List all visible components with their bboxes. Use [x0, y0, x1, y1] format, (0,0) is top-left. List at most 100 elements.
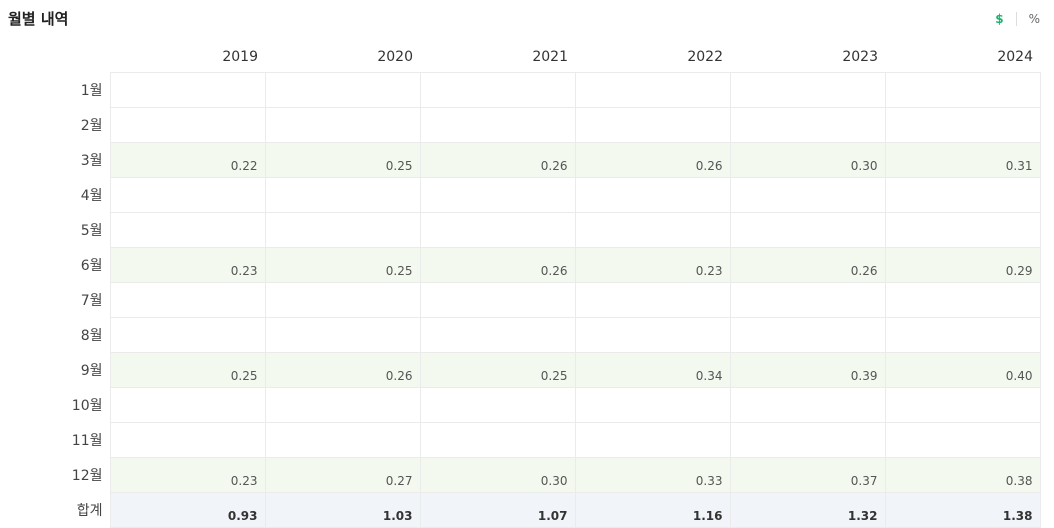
value-cell: 0.26 [419, 247, 576, 283]
total-cell: 1.07 [419, 492, 576, 528]
value-cell [109, 107, 266, 143]
value-cell [109, 282, 266, 318]
table-corner [0, 41, 110, 73]
year-header: 2022 [687, 48, 723, 65]
total-cell: 1.32 [729, 492, 886, 528]
value-cell [884, 422, 1041, 458]
month-label: 5월 [80, 223, 103, 239]
value-cell [574, 317, 731, 353]
value-cell [574, 72, 731, 108]
value-cell [884, 317, 1041, 353]
value-cell [729, 387, 886, 423]
value-cell: 0.33 [574, 457, 731, 493]
value-cell [729, 422, 886, 458]
value-cell [109, 387, 266, 423]
value-cell [884, 107, 1041, 143]
value-cell: 0.31 [884, 142, 1041, 178]
value-cell [109, 317, 266, 353]
month-label: 3월 [80, 153, 103, 169]
value-cell: 0.26 [729, 247, 886, 283]
value-cell [729, 177, 886, 213]
month-label: 4월 [80, 188, 103, 204]
value-cell: 0.29 [884, 247, 1041, 283]
value-cell [884, 72, 1041, 108]
value-cell [419, 177, 576, 213]
month-label: 6월 [80, 258, 103, 274]
year-header: 2024 [997, 48, 1033, 65]
value-cell: 0.25 [264, 247, 421, 283]
year-header-row: 2019 2020 2021 2022 2023 2024 [0, 41, 1040, 73]
value-cell [884, 387, 1041, 423]
value-cell: 0.22 [109, 142, 266, 178]
value-cell [264, 317, 421, 353]
dollar-toggle-button[interactable]: $ [991, 12, 1007, 26]
month-label: 7월 [80, 293, 103, 309]
value-cell [419, 107, 576, 143]
value-cell [729, 72, 886, 108]
month-row: 11월 [0, 422, 1041, 458]
value-cell [109, 72, 266, 108]
value-cell: 0.23 [109, 247, 266, 283]
month-row: 10월 [0, 387, 1041, 423]
value-cell [574, 107, 731, 143]
month-label: 11월 [71, 433, 103, 449]
value-cell [574, 212, 731, 248]
value-cell [264, 422, 421, 458]
value-cell [884, 177, 1041, 213]
value-cell [264, 107, 421, 143]
value-cell [729, 282, 886, 318]
monthly-breakdown-table: 2019 2020 2021 2022 2023 2024 1월 2월 3월 0.22… [0, 41, 1041, 528]
value-cell: 0.38 [884, 457, 1041, 493]
month-row: 5월 [0, 212, 1041, 248]
value-cell: 0.27 [264, 457, 421, 493]
year-header: 2023 [842, 48, 878, 65]
value-cell: 0.25 [419, 352, 576, 388]
month-label: 1월 [80, 83, 103, 99]
month-row: 7월 [0, 282, 1041, 318]
page-title: 월별 내역 [8, 10, 69, 28]
value-cell [109, 212, 266, 248]
value-cell [264, 212, 421, 248]
value-cell: 0.39 [729, 352, 886, 388]
value-cell: 0.25 [264, 142, 421, 178]
value-cell: 0.25 [109, 352, 266, 388]
value-cell: 0.26 [264, 352, 421, 388]
value-cell [574, 387, 731, 423]
value-cell [729, 317, 886, 353]
value-cell: 0.34 [574, 352, 731, 388]
unit-toggle: $ % [991, 12, 1044, 26]
value-cell [419, 422, 576, 458]
month-label: 10월 [71, 398, 103, 414]
value-cell: 0.26 [574, 142, 731, 178]
month-row: 6월 0.23 0.25 0.26 0.23 0.26 0.29 [0, 247, 1041, 283]
month-label: 8월 [80, 328, 103, 344]
value-cell [884, 212, 1041, 248]
total-cell: 1.03 [264, 492, 421, 528]
year-header: 2021 [532, 48, 568, 65]
value-cell [264, 387, 421, 423]
value-cell [419, 72, 576, 108]
value-cell [419, 282, 576, 318]
value-cell [729, 212, 886, 248]
month-row: 3월 0.22 0.25 0.26 0.26 0.30 0.31 [0, 142, 1041, 178]
total-row: 합계 0.93 1.03 1.07 1.16 1.32 1.38 [0, 492, 1041, 528]
value-cell [109, 422, 266, 458]
month-row: 8월 [0, 317, 1041, 353]
value-cell [109, 177, 266, 213]
month-row: 9월 0.25 0.26 0.25 0.34 0.39 0.40 [0, 352, 1041, 388]
year-header: 2019 [222, 48, 258, 65]
total-cell: 1.16 [574, 492, 731, 528]
value-cell [574, 177, 731, 213]
percent-toggle-button[interactable]: % [1025, 12, 1044, 26]
month-row: 4월 [0, 177, 1041, 213]
value-cell [884, 282, 1041, 318]
value-cell: 0.37 [729, 457, 886, 493]
value-cell [264, 72, 421, 108]
value-cell [419, 212, 576, 248]
value-cell: 0.30 [729, 142, 886, 178]
toggle-divider [1015, 12, 1017, 26]
month-row: 2월 [0, 107, 1041, 143]
total-cell: 0.93 [109, 492, 266, 528]
total-label: 합계 [76, 503, 103, 519]
value-cell [419, 317, 576, 353]
